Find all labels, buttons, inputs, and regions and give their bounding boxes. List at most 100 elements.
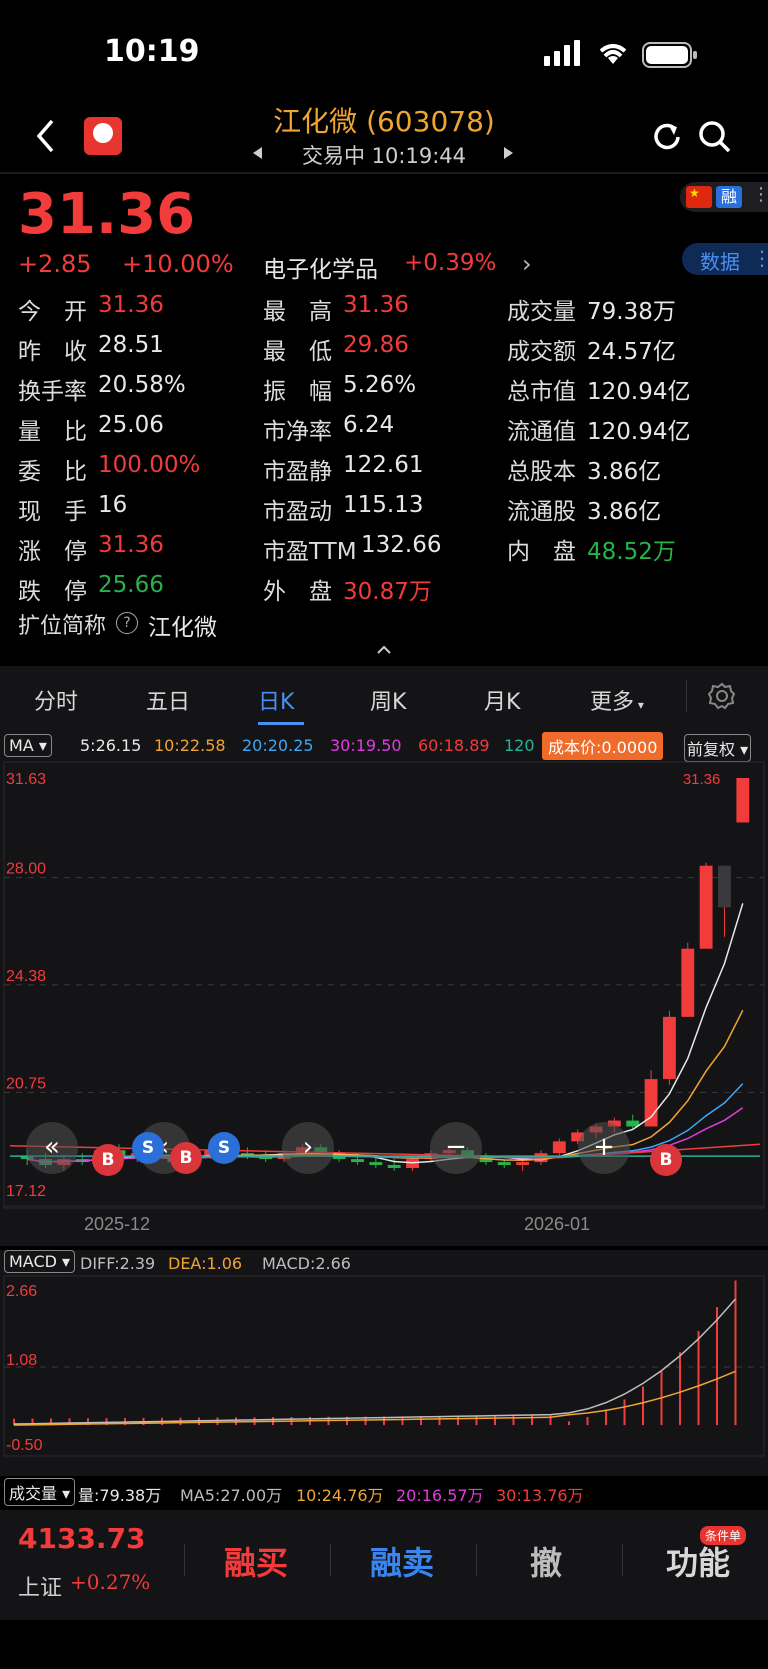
y-tick-label: 31.63: [6, 771, 46, 788]
stat-label: 总市值: [507, 379, 576, 405]
tab-more-label: 更多: [590, 690, 635, 715]
data-button[interactable]: 数据 ⋮: [682, 243, 768, 275]
zoom-in-button[interactable]: +: [578, 1122, 630, 1174]
stat-label: 最 低: [263, 339, 332, 365]
buy-marker[interactable]: B: [92, 1144, 124, 1176]
candle-body: [699, 865, 713, 949]
more-vertical-icon: ⋮: [752, 184, 768, 205]
home-indicator: [0, 1620, 768, 1669]
scroll-right-button[interactable]: ›: [282, 1122, 334, 1174]
badge-bar[interactable]: ★ 融 ⋮: [680, 182, 768, 212]
sector-arrow-icon[interactable]: ›: [522, 250, 532, 278]
sector-name[interactable]: 电子化学品: [263, 250, 378, 284]
divider: [330, 1544, 331, 1576]
cancel-order-button[interactable]: 撤: [530, 1538, 562, 1584]
index-value[interactable]: 4133.73: [18, 1522, 146, 1555]
divider: [184, 1544, 185, 1576]
y-tick-label: 20.75: [6, 1075, 46, 1092]
stat-value: 115.13: [343, 492, 424, 518]
y-tick-label: -0.50: [6, 1437, 43, 1454]
divider: [476, 1544, 477, 1576]
scroll-left-button[interactable]: «: [26, 1122, 78, 1174]
stat-label: 市净率: [263, 419, 332, 445]
zoom-out-button[interactable]: −: [430, 1122, 482, 1174]
tab-daily-k[interactable]: 日K: [258, 684, 294, 716]
search-icon[interactable]: [698, 120, 732, 158]
x-tick-label: 2025-12: [84, 1214, 150, 1234]
gear-icon[interactable]: [707, 682, 736, 714]
stat-label: 跌 停: [18, 579, 87, 605]
ma10-label: 10:22.58: [154, 736, 226, 755]
sell-marker[interactable]: S: [208, 1132, 240, 1164]
candle-body: [736, 778, 750, 823]
tab-five-day[interactable]: 五日: [146, 684, 190, 716]
macd-selector[interactable]: MACD ▾: [4, 1250, 76, 1273]
candle-body: [718, 865, 731, 908]
price-change: +2.85: [18, 250, 92, 278]
tab-monthly-k[interactable]: 月K: [484, 684, 520, 716]
volume-selector[interactable]: 成交量 ▾: [4, 1478, 76, 1506]
stat-value: 25.66: [98, 572, 164, 598]
margin-buy-button[interactable]: 融买: [224, 1538, 288, 1584]
volume-label: 量:79.38万: [78, 1486, 162, 1505]
signal-icon: [544, 40, 584, 70]
stat-value: 25.06: [98, 412, 164, 438]
stat-label: 振 幅: [263, 379, 332, 405]
chart-tabs: 分时 五日 日K 周K 月K 更多 ▾: [0, 666, 768, 726]
macd-selector-label: MACD: [9, 1252, 57, 1271]
sector-change-pct: +0.39%: [404, 250, 497, 276]
divider: [0, 172, 768, 174]
tab-divider: [686, 680, 687, 712]
buy-marker[interactable]: B: [650, 1144, 682, 1176]
margin-badge: 融: [716, 186, 742, 208]
stat-label: 成交量: [507, 299, 576, 325]
y-tick-label: 17.12: [6, 1183, 46, 1200]
stat-label: 成交额: [507, 339, 576, 365]
help-icon[interactable]: ?: [116, 612, 138, 634]
stat-value: 100.00%: [98, 452, 201, 478]
candle-body: [497, 1162, 511, 1166]
bottom-bar: 4133.73 上证 +0.27% 融买 融卖 撤 功能 条件单: [0, 1510, 768, 1620]
active-tab-underline: [258, 722, 304, 725]
stat-label: 昨 收: [18, 339, 87, 365]
volume-ma20-label: 20:16.57万: [396, 1486, 484, 1505]
stat-value: 16: [98, 492, 128, 518]
stat-value: 3.86亿: [587, 499, 662, 525]
next-stock-arrow[interactable]: [502, 145, 516, 165]
candle-body: [681, 948, 695, 1017]
ma60-label: 60:18.89: [418, 736, 490, 755]
candle-body: [351, 1159, 364, 1163]
stat-value: 24.57亿: [587, 339, 676, 365]
stat-label: 今 开: [18, 299, 87, 325]
stat-value: 79.38万: [587, 299, 676, 325]
stat-value: 31.36: [343, 292, 409, 318]
sell-marker[interactable]: S: [132, 1132, 164, 1164]
stat-value: 31.36: [98, 532, 164, 558]
stat-label: 内 盘: [507, 539, 576, 565]
stat-value: 28.51: [98, 332, 164, 358]
volume-selector-label: 成交量: [9, 1484, 58, 1503]
collapse-icon[interactable]: [376, 640, 392, 659]
x-tick-label: 2026-01: [524, 1214, 590, 1234]
refresh-icon[interactable]: [650, 120, 684, 158]
tab-intraday[interactable]: 分时: [34, 684, 78, 716]
margin-sell-button[interactable]: 融卖: [370, 1538, 434, 1584]
tab-more[interactable]: 更多 ▾: [590, 684, 644, 716]
stat-value: 6.24: [343, 412, 395, 438]
china-flag-icon: ★: [686, 186, 712, 208]
macd-chart[interactable]: 2.66 1.08 -0.50: [0, 1274, 768, 1474]
data-button-label: 数据: [700, 250, 740, 274]
volume-ma10-label: 10:24.76万: [296, 1486, 384, 1505]
cost-price-badge[interactable]: 成本价:0.0000: [542, 732, 664, 760]
stat-label: 外 盘: [263, 579, 332, 605]
adjust-selector[interactable]: 前复权 ▾: [684, 734, 752, 762]
last-price-label: 31.36: [683, 771, 721, 788]
ma-selector[interactable]: MA ▾: [4, 734, 52, 757]
stat-value: 29.86: [343, 332, 409, 358]
y-tick-label: 2.66: [6, 1283, 37, 1300]
stat-value: 48.52万: [587, 539, 676, 565]
buy-marker[interactable]: B: [170, 1142, 202, 1174]
conditional-order-badge: 条件单: [700, 1526, 747, 1545]
tab-weekly-k[interactable]: 周K: [370, 684, 406, 716]
stat-value: 122.61: [343, 452, 424, 478]
